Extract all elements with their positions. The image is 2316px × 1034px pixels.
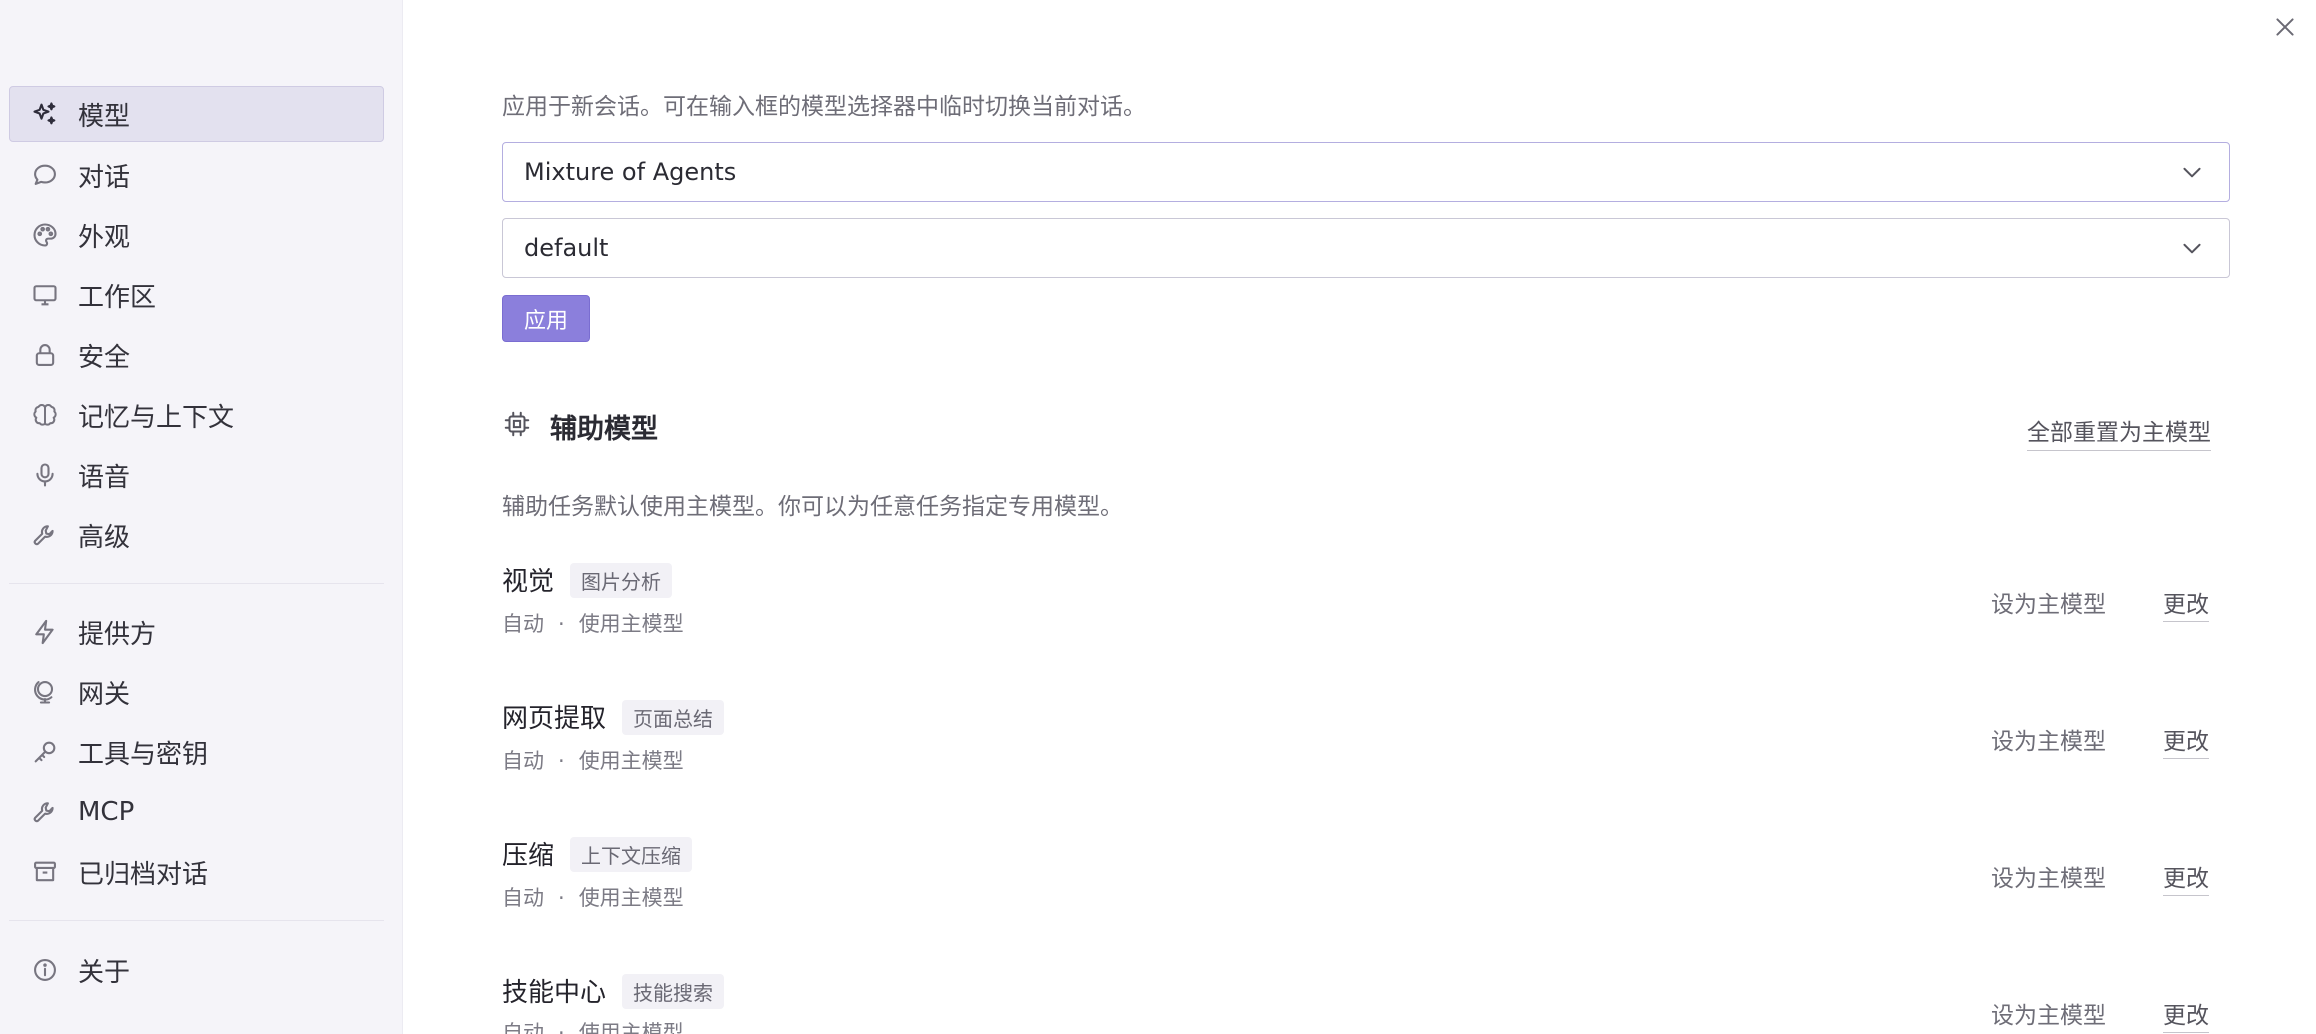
sidebar-item-voice[interactable]: 语音 — [9, 447, 384, 503]
reset-all-to-main-link[interactable]: 全部重置为主模型 — [2027, 413, 2211, 451]
sidebar-item-label: 高级 — [78, 522, 131, 553]
monitor-icon — [28, 278, 62, 312]
aux-models-title: 辅助模型 — [550, 414, 658, 445]
change-button[interactable]: 更改 — [2163, 585, 2209, 622]
task-model-status: 自动 · 使用主模型 — [502, 882, 684, 912]
change-button[interactable]: 更改 — [2163, 996, 2209, 1033]
sidebar-item-conversation[interactable]: 对话 — [9, 147, 384, 203]
lightning-icon — [28, 615, 62, 649]
sidebar-item-memory-context[interactable]: 记忆与上下文 — [9, 387, 384, 443]
task-tag: 上下文压缩 — [570, 837, 692, 872]
task-tag: 页面总结 — [622, 700, 724, 735]
task-status: 自动 — [502, 749, 544, 773]
palette-icon — [28, 218, 62, 252]
sidebar-item-label: 关于 — [78, 957, 131, 988]
aux-models-description: 辅助任务默认使用主模型。你可以为任意任务指定专用模型。 — [502, 494, 1123, 520]
globe-icon — [28, 675, 62, 709]
brain-icon — [28, 398, 62, 432]
apply-button[interactable]: 应用 — [502, 295, 590, 342]
chevron-down-icon — [2183, 167, 2201, 178]
sidebar-item-mcp[interactable]: MCP — [9, 784, 384, 840]
task-model-status: 自动 · 使用主模型 — [502, 745, 684, 775]
sidebar-item-label: 网关 — [78, 679, 131, 710]
model-select[interactable]: Mixture of Agents — [502, 142, 2230, 202]
model-select-value: Mixture of Agents — [524, 158, 737, 186]
microphone-icon — [28, 458, 62, 492]
set-as-main-button[interactable]: 设为主模型 — [1991, 859, 2106, 893]
task-status: 自动 — [502, 612, 544, 636]
sidebar-item-label: MCP — [78, 797, 135, 827]
task-model-status: 自动 · 使用主模型 — [502, 1017, 684, 1034]
profile-select[interactable]: default — [502, 218, 2230, 278]
separator-dot: · — [558, 1021, 565, 1034]
separator-dot: · — [558, 749, 565, 773]
task-model: 使用主模型 — [578, 749, 684, 773]
separator-dot: · — [558, 612, 565, 636]
task-model: 使用主模型 — [578, 886, 684, 910]
task-name: 视觉 — [502, 567, 555, 597]
wrench-icon — [28, 795, 62, 829]
task-tag: 技能搜索 — [622, 974, 724, 1009]
set-as-main-button[interactable]: 设为主模型 — [1991, 722, 2106, 756]
profile-select-value: default — [524, 234, 609, 262]
sidebar-item-label: 安全 — [78, 342, 131, 373]
task-model: 使用主模型 — [578, 1021, 684, 1034]
lock-icon — [28, 338, 62, 372]
settings-sidebar: 模型 对话 外观 工作区 安全 记忆与上下文 语音 高级 提供方 网关 工具与密… — [0, 0, 403, 1034]
set-as-main-button[interactable]: 设为主模型 — [1991, 585, 2106, 619]
sidebar-item-label: 已归档对话 — [78, 859, 209, 890]
sidebar-item-label: 外观 — [78, 222, 131, 253]
task-status: 自动 — [502, 1021, 544, 1034]
key-icon — [28, 735, 62, 769]
sparkles-icon — [28, 97, 62, 131]
sidebar-item-advanced[interactable]: 高级 — [9, 507, 384, 563]
sidebar-item-models[interactable]: 模型 — [9, 86, 384, 142]
sidebar-item-about[interactable]: 关于 — [9, 942, 384, 998]
sidebar-item-label: 工作区 — [78, 282, 157, 313]
archive-icon — [28, 855, 62, 889]
close-icon — [2276, 18, 2294, 36]
sidebar-item-appearance[interactable]: 外观 — [9, 207, 384, 263]
task-model: 使用主模型 — [578, 612, 684, 636]
sidebar-item-label: 工具与密钥 — [78, 739, 209, 770]
sidebar-item-label: 对话 — [78, 162, 131, 193]
task-name: 网页提取 — [502, 704, 607, 734]
task-tag: 图片分析 — [570, 563, 672, 598]
sidebar-divider — [9, 920, 384, 921]
sidebar-item-label: 语音 — [78, 462, 131, 493]
sidebar-item-label: 提供方 — [78, 619, 157, 650]
sidebar-item-tools-keys[interactable]: 工具与密钥 — [9, 724, 384, 780]
info-icon — [28, 953, 62, 987]
sidebar-item-security[interactable]: 安全 — [9, 327, 384, 383]
chat-bubble-icon — [28, 158, 62, 192]
task-status: 自动 — [502, 886, 544, 910]
model-description: 应用于新会话。可在输入框的模型选择器中临时切换当前对话。 — [502, 94, 1146, 120]
sidebar-divider — [9, 583, 384, 584]
task-model-status: 自动 · 使用主模型 — [502, 608, 684, 638]
set-as-main-button[interactable]: 设为主模型 — [1991, 996, 2106, 1030]
sidebar-item-workspace[interactable]: 工作区 — [9, 267, 384, 323]
task-name: 技能中心 — [502, 978, 607, 1008]
sidebar-item-providers[interactable]: 提供方 — [9, 604, 384, 660]
cpu-chip-icon — [504, 411, 530, 437]
sidebar-item-label: 记忆与上下文 — [78, 402, 235, 433]
sidebar-item-gateway[interactable]: 网关 — [9, 664, 384, 720]
wrench-icon — [28, 518, 62, 552]
separator-dot: · — [558, 886, 565, 910]
sidebar-item-label: 模型 — [78, 101, 131, 132]
chevron-down-icon — [2183, 243, 2201, 254]
close-button[interactable] — [2268, 10, 2302, 44]
task-name: 压缩 — [502, 841, 555, 871]
sidebar-item-archived-chats[interactable]: 已归档对话 — [9, 844, 384, 900]
change-button[interactable]: 更改 — [2163, 722, 2209, 759]
change-button[interactable]: 更改 — [2163, 859, 2209, 896]
